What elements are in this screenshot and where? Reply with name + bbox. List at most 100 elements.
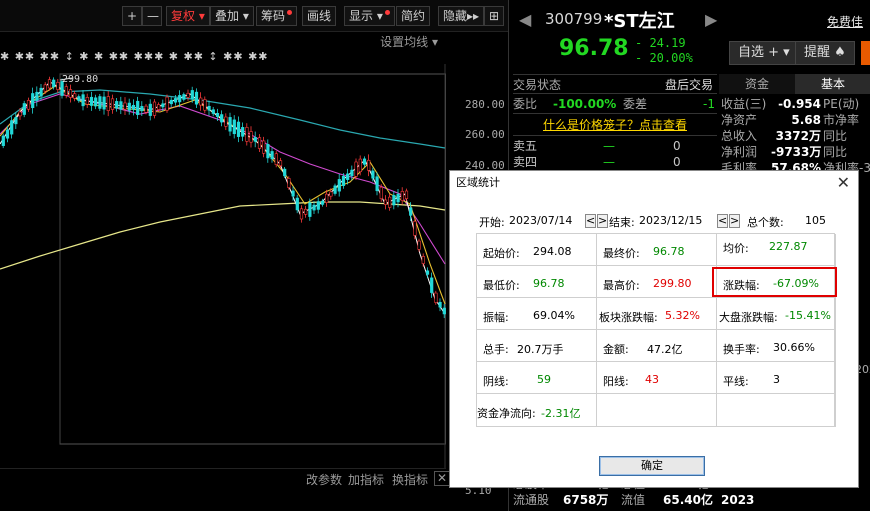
candle-body bbox=[362, 158, 367, 165]
grid-icon[interactable]: ⊞ bbox=[484, 6, 504, 26]
candle-body bbox=[325, 193, 329, 203]
candle-body bbox=[232, 119, 236, 135]
zoom-out-button[interactable]: — bbox=[142, 6, 162, 26]
prev-stock-icon[interactable]: ◀ bbox=[519, 10, 531, 29]
fin-label: 总收入 bbox=[721, 129, 758, 143]
stat-avg: 均价: 227.87 bbox=[717, 234, 836, 266]
tab-basic[interactable]: 基本 bbox=[795, 74, 870, 94]
stats-grid: 起始价: 294.08 最终价: 96.78 均价: 227.87 最低价: 96.78… bbox=[476, 233, 836, 427]
stat-label: 最高价: bbox=[603, 279, 640, 292]
stat-market: 大盘涨跌幅: -15.41% bbox=[717, 298, 836, 330]
stat-label: 资金净流向: bbox=[477, 407, 536, 420]
ask-volume: 0 bbox=[673, 155, 681, 169]
candle-body bbox=[354, 161, 358, 177]
stat-value: 96.78 bbox=[653, 245, 685, 258]
stat-label: 均价: bbox=[723, 242, 749, 255]
total-label: 总个数: bbox=[747, 216, 784, 229]
display-dropdown[interactable]: 显示 ▾ bbox=[344, 6, 395, 26]
candle-body bbox=[131, 104, 136, 110]
dialog-title: 区域统计 bbox=[450, 171, 858, 195]
candle-body bbox=[165, 96, 169, 111]
tab-funds[interactable]: 资金 bbox=[719, 74, 795, 94]
chips-button[interactable]: 筹码 bbox=[256, 6, 298, 26]
price-label-280: 280.00 bbox=[465, 98, 505, 111]
candle-body bbox=[270, 151, 274, 160]
ask-price: — bbox=[603, 139, 615, 153]
stat-amount: 金额: 47.2亿 bbox=[597, 330, 717, 362]
close-icon[interactable]: ✕ bbox=[837, 173, 850, 192]
candle-body bbox=[283, 168, 287, 177]
end-prev-button[interactable]: < bbox=[717, 214, 728, 228]
candle-body bbox=[392, 195, 396, 206]
hide-panel-button[interactable]: 隐藏▸▸ bbox=[438, 6, 485, 26]
end-next-button[interactable]: > bbox=[729, 214, 740, 228]
candle-body bbox=[257, 137, 262, 149]
free-link[interactable]: 免费佳 bbox=[827, 13, 863, 30]
ma-settings-button[interactable]: 设置均线 ▾ bbox=[380, 33, 438, 50]
simple-mode-button[interactable]: 简约 bbox=[396, 6, 431, 26]
fin-row: 净资产 5.68 市净率 bbox=[721, 112, 870, 128]
alert-button[interactable]: 提醒 ♠ bbox=[795, 41, 855, 65]
candle-body bbox=[304, 208, 308, 215]
candle-body bbox=[199, 97, 203, 106]
orange-tab[interactable] bbox=[861, 41, 870, 65]
fin-row: 总收入 3372万 同比 bbox=[721, 128, 870, 144]
stat-turnover: 换手率: 30.66% bbox=[717, 330, 836, 362]
stat-netflow: 资金净流向: -2.31亿 bbox=[477, 394, 597, 427]
candle-body bbox=[383, 199, 388, 205]
candle-body bbox=[56, 82, 60, 90]
stat-label: 阳线: bbox=[603, 375, 629, 388]
edit-params-button[interactable]: 改参数 bbox=[306, 471, 342, 488]
overlay-dropdown[interactable]: 叠加 ▾ bbox=[210, 6, 254, 26]
candle-body bbox=[434, 292, 438, 303]
stat-negative: 阴线: 59 bbox=[477, 362, 597, 394]
kline-chart[interactable]: 299.80 bbox=[0, 64, 446, 468]
chart-subbar: 设置均线 ▾ bbox=[0, 32, 446, 50]
candle-body bbox=[375, 176, 379, 192]
price-change: - 24.19 - 20.00% bbox=[635, 36, 693, 66]
display-label: 显示 bbox=[349, 9, 374, 23]
date-range-row: 开始: 2023/07/14 < > 结束: 2023/12/15 < > 总个… bbox=[479, 213, 839, 231]
close-indicator-icon[interactable]: ✕ bbox=[434, 471, 451, 486]
candle-body bbox=[253, 137, 257, 142]
zoom-in-button[interactable]: + bbox=[122, 6, 142, 26]
stat-label: 大盘涨跌幅: bbox=[719, 311, 778, 324]
start-prev-button[interactable]: < bbox=[585, 214, 596, 228]
add-watchlist-button[interactable]: 自选 + ▾ bbox=[729, 41, 799, 65]
candle-body bbox=[241, 127, 245, 137]
stat-empty bbox=[597, 394, 717, 427]
next-stock-icon[interactable]: ▶ bbox=[705, 10, 717, 29]
switch-indicator-button[interactable]: 换指标 bbox=[392, 471, 428, 488]
order-book: 交易状态 盘后交易 委比 -100.00% 委差 -1 什么是价格笼子？点击查看… bbox=[513, 74, 717, 170]
confirm-button[interactable]: 确定 bbox=[599, 456, 705, 476]
selection-box bbox=[59, 73, 446, 445]
candle-body bbox=[367, 159, 371, 171]
stat-label: 平线: bbox=[723, 375, 749, 388]
candle-body bbox=[266, 144, 270, 159]
candle-body bbox=[161, 103, 165, 108]
candle-body bbox=[404, 190, 409, 199]
stat-positive: 阳线: 43 bbox=[597, 362, 717, 394]
stat-label: 最低价: bbox=[483, 279, 520, 292]
start-next-button[interactable]: > bbox=[597, 214, 608, 228]
draw-line-button[interactable]: 画线 bbox=[302, 6, 337, 26]
stat-value: 3 bbox=[773, 373, 780, 386]
candle-body bbox=[396, 193, 400, 203]
candle-body bbox=[358, 158, 362, 173]
candle-body bbox=[47, 79, 52, 89]
stat-amplitude: 振幅: 69.04% bbox=[477, 298, 597, 330]
chips-label: 筹码 bbox=[261, 9, 286, 23]
candle-body bbox=[421, 256, 425, 264]
add-indicator-button[interactable]: 加指标 bbox=[348, 471, 384, 488]
candle-body bbox=[178, 95, 182, 103]
candle-body bbox=[115, 101, 119, 109]
candle-body bbox=[224, 116, 228, 127]
fuquan-dropdown[interactable]: 复权 ▾ bbox=[166, 6, 210, 26]
weicha-label: 委差 bbox=[623, 97, 648, 111]
fin-value: -0.954 bbox=[778, 97, 821, 111]
kline-svg: 299.80 bbox=[0, 64, 446, 468]
candle-body bbox=[186, 92, 190, 98]
event-markers: ✱ ✱✱ ✱✱ ↕ ✱ ✱ ✱✱ ✱✱✱ ✱ ✱✱ ↕ ✱✱ ✱✱ bbox=[0, 50, 269, 63]
price-cage-link[interactable]: 什么是价格笼子？点击查看 bbox=[543, 118, 687, 132]
candle-body bbox=[18, 111, 22, 117]
